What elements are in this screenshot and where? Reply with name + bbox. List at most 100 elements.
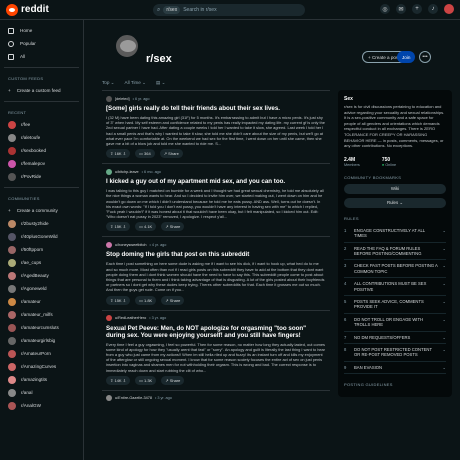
post-card[interactable]: u/honeysweetbitch • 4 yr. ago Stop doming … — [102, 236, 330, 309]
post-title[interactable]: I kicked a guy out of my apartment mid s… — [106, 178, 326, 185]
sidebar-item-amateur_milfs[interactable]: r/amateur_milfs — [4, 308, 79, 321]
sidebar-item-40plusgonewild[interactable]: r/40plusGoneWild — [4, 230, 79, 243]
post-author[interactable]: u/honeysweetbitch — [115, 243, 146, 247]
post-card[interactable]: [deleted] • 6 yr. ago [Some] girls really … — [102, 90, 330, 163]
post-title[interactable]: Sexual Pet Peeve: Men, do NOT apologize … — [106, 325, 326, 339]
posting-guidelines-header: POSTING GUIDELINES — [344, 382, 393, 388]
vote-button[interactable]: ⇧ 15K ⇩ — [106, 222, 131, 232]
chevron-down-icon[interactable]: ⌄ — [438, 263, 446, 274]
sort-time-dropdown[interactable]: All Time ⌄ — [125, 80, 146, 86]
comments-button[interactable]: ▭ 4.1K — [135, 222, 157, 232]
upvote-icon[interactable]: ⇧ — [110, 298, 113, 303]
create-icon[interactable]: + — [412, 4, 422, 14]
sort-top-dropdown[interactable]: Top ⌄ — [102, 80, 115, 86]
rule-item[interactable]: 8 DO NOT POST RESTRICTED CONTENT OR RE-PO… — [344, 344, 446, 362]
reddit-logo[interactable]: reddit — [6, 3, 49, 16]
rules-bookmark[interactable]: Rules ⌄ — [344, 197, 446, 208]
downvote-icon[interactable]: ⇩ — [123, 298, 126, 303]
search-input[interactable]: ⌕ r/sex Search in r/sex — [153, 4, 305, 16]
downvote-icon[interactable]: ⇩ — [123, 378, 126, 383]
rule-item[interactable]: 5 POSTS SEEK ADVICE, COMMENTS PROVIDE IT ⌄ — [344, 296, 446, 314]
post-card[interactable]: u/bitchp-leave • 6 mo. ago I kicked a guy … — [102, 163, 330, 236]
sidebar-item-amateurcumsluts[interactable]: r/amateurcumsluts — [4, 321, 79, 334]
sidebar-item-anal[interactable]: r/anal — [4, 386, 79, 399]
vote-button[interactable]: ⇧ 16K ⇩ — [106, 149, 131, 159]
nav-popular[interactable]: Popular — [4, 37, 79, 50]
post-title[interactable]: [Some] girls really do tell their friend… — [106, 105, 326, 112]
sidebar-item-2busty2hide[interactable]: r/2busty2hide — [4, 217, 79, 230]
ad-icon[interactable]: ◎ — [380, 4, 390, 14]
share-button[interactable]: ↗ Share — [161, 375, 185, 385]
chevron-down-icon[interactable]: ⌄ — [438, 317, 446, 328]
post-author[interactable]: u/Entire-Gazelle-3478 — [115, 396, 152, 400]
vote-button[interactable]: ⇧ 15K ⇩ — [106, 295, 131, 305]
custom-feeds-header[interactable]: CUSTOM FEEDS — [8, 76, 79, 81]
post-card[interactable]: u/Entire-Gazelle-3478 • 3 yr. ago — [102, 389, 330, 408]
communities-header[interactable]: COMMUNITIES — [8, 196, 79, 201]
sidebar-item-fee[interactable]: r/fee — [4, 118, 79, 131]
rule-item[interactable]: 1 ENGAGE CONSTRUCTIVELY AT ALL TIMES ⌄ — [344, 225, 446, 243]
sidebar-item-agedbeauty[interactable]: r/AgedBeauty — [4, 269, 79, 282]
rule-item[interactable]: 6 DO NOT TROLL OR ENGAGE WITH TROLLS HERE… — [344, 314, 446, 332]
post-author[interactable]: u/bitchp-leave — [115, 170, 139, 174]
upvote-icon[interactable]: ⇧ — [110, 224, 113, 229]
create-custom-feed[interactable]: + Create a custom feed — [4, 84, 79, 97]
create-community[interactable]: + Create a community — [4, 204, 79, 217]
comments-button[interactable]: ▭ 1.8K — [135, 295, 157, 305]
sidebar-item-amateurgirlsbig[interactable]: r/amateurgirlsbig — [4, 334, 79, 347]
sidebar-item-amazingcurves[interactable]: r/AmazingCurves — [4, 360, 79, 373]
sidebar-item-amazingtits[interactable]: r/amazingtits — [4, 373, 79, 386]
post-title[interactable]: Stop doming the girls that post on this … — [106, 251, 326, 258]
comments-button[interactable]: ▭ 364 — [135, 149, 155, 159]
rule-item[interactable]: 3 CHECK PAST POSTS BEFORE POSTING A COMMO… — [344, 260, 446, 279]
chevron-down-icon[interactable]: ⌄ — [438, 299, 446, 310]
chevron-down-icon[interactable]: ⌄ — [438, 281, 446, 292]
sidebar-item-povride[interactable]: r/PovRide — [4, 170, 79, 183]
sidebar-item-label: r/fee — [21, 122, 31, 127]
rule-item[interactable]: 4 ALL CONTRIBUTIONS MUST BE SEX POSITIVE ⌄ — [344, 278, 446, 296]
bell-icon[interactable]: ♪ — [428, 4, 438, 14]
sidebar-item-femalepov[interactable]: r/femalepov — [4, 157, 79, 170]
upvote-icon[interactable]: ⇧ — [110, 151, 113, 156]
sidebar-item-sexbooked[interactable]: r/sexbooked — [4, 144, 79, 157]
chevron-down-icon[interactable]: ⌄ — [438, 365, 446, 370]
chevron-down-icon[interactable]: ⌄ — [438, 335, 446, 340]
post-card[interactable]: u/RedLeatherHero • 3 yr. ago Sexual Pet Pe… — [102, 309, 330, 390]
chevron-down-icon[interactable]: ⌄ — [438, 347, 446, 358]
nav-all[interactable]: All — [4, 50, 79, 63]
sidebar-item-analgw[interactable]: r/AnalGW — [4, 399, 79, 412]
downvote-icon[interactable]: ⇩ — [123, 224, 126, 229]
post-author[interactable]: u/RedLeatherHero — [115, 316, 146, 320]
sidebar-item-aletoufe[interactable]: r/aletoufe — [4, 131, 79, 144]
rule-text: POSTS SEEK ADVICE, COMMENTS PROVIDE IT — [354, 299, 424, 310]
nav-home[interactable]: Home — [4, 24, 79, 37]
wiki-bookmark[interactable]: Wiki — [344, 183, 446, 194]
downvote-icon[interactable]: ⇩ — [123, 151, 126, 156]
sidebar-item-label: r/AgedBeauty — [21, 273, 49, 278]
more-options-button[interactable]: ••• — [419, 51, 431, 63]
view-dropdown[interactable]: ▤ ⌄ — [156, 80, 165, 86]
sidebar-item-ae_cups[interactable]: r/ae_cups — [4, 256, 79, 269]
chevron-down-icon[interactable]: ⌄ — [438, 228, 446, 239]
share-button[interactable]: ↗ Share — [161, 295, 185, 305]
search-scope-chip[interactable]: r/sex — [163, 6, 181, 14]
share-button[interactable]: ↗ Share — [161, 222, 185, 232]
vote-button[interactable]: ⇧ 14K ⇩ — [106, 375, 131, 385]
sidebar-item-agoneweld[interactable]: r/Agoneweld — [4, 282, 79, 295]
share-button[interactable]: ↗ Share — [159, 149, 183, 159]
sidebar-item-50ftpporn[interactable]: r/50ftpporn — [4, 243, 79, 256]
rule-item[interactable]: 2 READ THE FAQ & FORUM RULES BEFORE POSTI… — [344, 243, 446, 261]
join-button[interactable]: Join — [397, 51, 416, 63]
sidebar-item-amateurporn[interactable]: r/AmateurPorn — [4, 347, 79, 360]
post-author[interactable]: [deleted] — [115, 97, 130, 101]
upvote-icon[interactable]: ⇧ — [110, 378, 113, 383]
post-meta: u/Entire-Gazelle-3478 • 3 yr. ago — [106, 394, 326, 403]
sidebar-item-amateur[interactable]: r/amateur — [4, 295, 79, 308]
recent-header[interactable]: RECENT — [8, 110, 79, 115]
chat-icon[interactable]: ✉ — [396, 4, 406, 14]
avatar[interactable] — [444, 4, 454, 14]
comments-button[interactable]: ▭ 1.3K — [135, 375, 157, 385]
rule-item[interactable]: 7 NO DM REQUESTS/OFFERS ⌄ — [344, 332, 446, 345]
rule-item[interactable]: 9 BAN EVASION ⌄ — [344, 362, 446, 375]
chevron-down-icon[interactable]: ⌄ — [438, 246, 446, 257]
